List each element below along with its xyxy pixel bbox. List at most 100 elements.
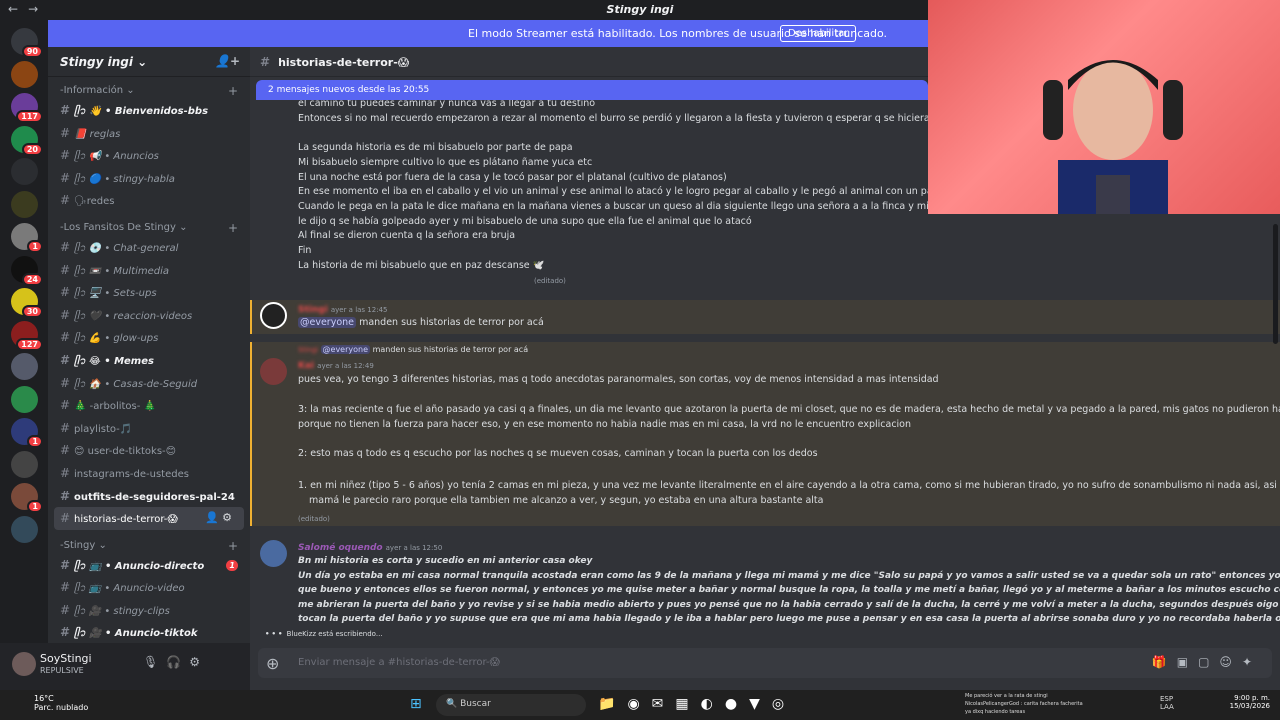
chat-header: # historias-de-terror-😱 (250, 47, 928, 77)
author-name[interactable]: Salomé oquendo (298, 543, 383, 553)
server-icon[interactable] (11, 450, 38, 478)
channel-item[interactable]: # ᥫ᭡ 📢 • Anuncios (48, 144, 250, 167)
channel-item[interactable]: # ᥫ᭡ 🖥️ • Sets-ups (48, 281, 250, 304)
message-line: 1. en mi niñez (tipo 5 - 6 años) yo tení… (298, 480, 1280, 491)
channel-item[interactable]: # ᥫ᭡ 😂 • Memes (48, 349, 250, 372)
channel-item[interactable]: # 🗣redes (48, 189, 250, 212)
hash-icon: # (60, 285, 71, 300)
gif-icon[interactable]: ▣ (1177, 655, 1198, 669)
weather-widget[interactable]: 16°C Parc. nublado (34, 694, 88, 712)
avatar[interactable] (260, 302, 287, 329)
mention[interactable]: @everyone (298, 317, 357, 328)
channel-item[interactable]: # 😊 user-de-tiktoks-😊 (48, 439, 250, 462)
server-icon[interactable]: 24 (11, 255, 43, 286)
add-attachment-icon[interactable]: ⊕ (266, 654, 279, 673)
server-icon[interactable]: 117 (11, 93, 43, 123)
hash-icon: # (60, 398, 71, 413)
message-line: El una noche está por fuera de la casa y… (298, 171, 727, 183)
language-indicator[interactable]: ESP LAA (1160, 695, 1174, 711)
server-icon[interactable]: 30 (11, 288, 43, 318)
server-badge: 1 (27, 435, 43, 448)
channel-item[interactable]: # 📕 reglas (48, 122, 250, 145)
category-header[interactable]: -Información ⌄ + (48, 83, 250, 99)
server-icon[interactable]: 20 (11, 125, 43, 156)
channel-item[interactable]: # ᥫ᭡ 💪 • glow-ups (48, 326, 250, 349)
disable-streamer-button[interactable]: Deshabilitar (780, 25, 857, 42)
spotify-icon[interactable]: ● (725, 696, 749, 712)
author-name[interactable]: Kai (298, 361, 314, 371)
server-icon[interactable] (11, 385, 38, 413)
composer-placeholder: Enviar mensaje a #historias-de-terror-😱 (298, 657, 500, 668)
emoji-icon[interactable]: ☺ (1219, 655, 1242, 669)
outlook-icon[interactable]: ✉ (652, 696, 676, 712)
server-name-header[interactable]: Stingy ingi ⌄ 👤+ (48, 47, 250, 77)
channel-item[interactable]: # 🎄 -arbolitos- 🎄 (48, 394, 250, 417)
avatar[interactable] (260, 358, 287, 385)
file-explorer-icon[interactable]: 📁 (598, 696, 627, 712)
obs-icon[interactable]: ◎ (772, 696, 796, 712)
avatar[interactable] (12, 652, 36, 676)
hash-icon: # (60, 511, 71, 526)
headphones-icon[interactable]: 🎧 (166, 655, 189, 669)
server-icon[interactable]: 1 (11, 223, 43, 253)
reply-author[interactable]: Stingi (298, 346, 318, 354)
start-button[interactable]: ⊞ (410, 696, 434, 712)
server-icon[interactable] (11, 158, 38, 185)
channel-item[interactable]: # instagrams-de-ustedes (48, 462, 250, 485)
server-icon[interactable] (11, 190, 38, 218)
server-icon[interactable] (11, 353, 38, 380)
stream-chat-log: Me pareció ver a la rata de stingi Nicola… (965, 692, 1083, 716)
brave-icon[interactable]: ▼ (749, 696, 772, 712)
reply-mention[interactable]: @everyone (320, 345, 371, 354)
channel-item[interactable]: # ᥫ᭡ 🎥 • stingy-clips (48, 599, 250, 622)
server-icon[interactable]: 127 (11, 320, 43, 351)
mic-icon[interactable]: 🎙 (143, 655, 166, 669)
channel-item[interactable]: # ᥫ᭡ 🖤 • reaccion-videos (48, 304, 250, 327)
channel-label: ᥫ᭡ 🏠 • Casas-de-Seguid (74, 378, 198, 390)
server-icon[interactable]: 1 (11, 483, 43, 513)
sticker-icon[interactable]: ▢ (1198, 655, 1219, 669)
apps-icon[interactable]: ✦ (1242, 655, 1262, 669)
gear-icon[interactable]: ⚙ (189, 655, 208, 669)
store-icon[interactable]: ▦ (675, 696, 700, 712)
channel-item[interactable]: # ᥫ᭡ 🎥 • Anuncio-tiktok (48, 621, 250, 643)
invite-icon[interactable]: 👤+ (215, 54, 240, 68)
message-line: La segunda historia es de mi bisabuelo p… (298, 142, 573, 154)
scrollbar[interactable] (1273, 214, 1278, 634)
channel-item[interactable]: # ᥫ᭡ 🏠 • Casas-de-Seguid (48, 372, 250, 395)
channel-item[interactable]: # ᥫ᭡ 📼 • Multimedia (48, 259, 250, 282)
server-icon[interactable]: 90 (11, 28, 43, 58)
add-channel-icon[interactable]: + (228, 538, 238, 554)
category-header[interactable]: -Los Fansitos De Stingy ⌄ + (48, 220, 250, 236)
channel-label: playlisto-🎵 (74, 423, 133, 435)
add-channel-icon[interactable]: + (228, 220, 238, 236)
time: 9:00 p. m. (1234, 694, 1270, 702)
channel-item[interactable]: # ᥫ᭡ 📺 • Anuncio-directo 1 (48, 554, 250, 577)
add-channel-icon[interactable]: + (228, 83, 238, 99)
category-header[interactable]: -Stingy ⌄ + (48, 538, 250, 554)
gift-icon[interactable]: 🎁 (1152, 655, 1177, 669)
message-composer[interactable]: ⊕ Enviar mensaje a #historias-de-terror-… (258, 648, 1272, 678)
server-icon[interactable]: 1 (11, 418, 43, 448)
channel-item[interactable]: # historias-de-terror-😱 👤 ⚙ (54, 507, 244, 530)
lang: ESP (1160, 695, 1174, 703)
author-name[interactable]: Stingi (298, 305, 328, 315)
avatar[interactable] (260, 540, 287, 567)
taskbar-search[interactable]: 🔍 Buscar (436, 694, 586, 716)
clock[interactable]: 9:00 p. m. 15/03/2026 (1228, 694, 1270, 710)
channel-item[interactable]: # ᥫ᭡ 🔵 • stingy-habla (48, 167, 250, 190)
channel-item[interactable]: # playlisto-🎵 (48, 417, 250, 440)
server-badge: 90 (21, 45, 43, 58)
channel-item[interactable]: # ᥫ᭡ 👋 • Bienvenidos-bbs (48, 99, 250, 122)
discord-icon[interactable]: ◐ (701, 696, 725, 712)
channel-item[interactable]: # ᥫ᭡ 📺 • Anuncio-video (48, 576, 250, 599)
channel-item[interactable]: # ᥫ᭡ 💿 • Chat-general (48, 236, 250, 259)
edge-icon[interactable]: ◉ (627, 696, 651, 712)
gear-icon[interactable]: 👤 ⚙ (205, 507, 232, 530)
voice-controls[interactable]: 🎙🎧⚙ (143, 655, 208, 669)
channel-item[interactable]: # outfits-de-seguidores-pal-24 (48, 485, 250, 508)
scrollbar-thumb[interactable] (1273, 224, 1278, 344)
server-icon[interactable] (11, 515, 38, 543)
new-messages-bar[interactable]: 2 mensajes nuevos desde las 20:55 (256, 80, 928, 100)
server-icon[interactable] (11, 60, 38, 88)
